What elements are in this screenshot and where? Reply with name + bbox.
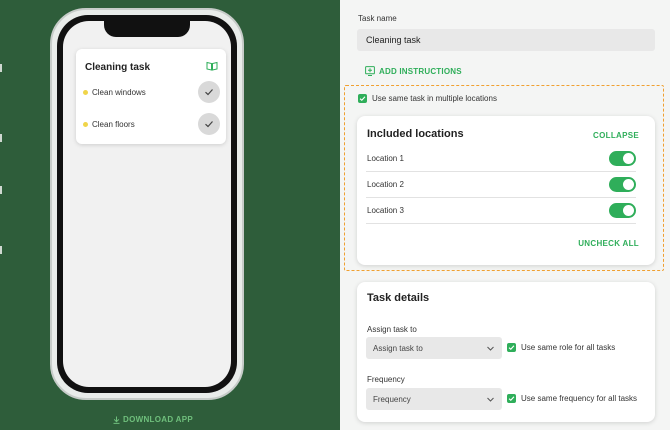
task-name-input[interactable]: Cleaning task <box>357 29 655 51</box>
phone-mockup: Cleaning task Clean windows Clean floors <box>50 8 244 400</box>
uncheck-all-button[interactable]: UNCHECK ALL <box>578 239 639 248</box>
task-bullet <box>83 89 88 95</box>
phone-notch <box>104 21 190 37</box>
location-toggle[interactable] <box>609 203 636 218</box>
phone-bezel: Cleaning task Clean windows Clean floors <box>57 15 237 393</box>
complete-task-button[interactable] <box>198 81 220 103</box>
same-role-label: Use same role for all tasks <box>521 343 616 352</box>
task-name-value: Cleaning task <box>366 35 421 45</box>
frequency-select[interactable]: Frequency <box>366 388 502 410</box>
assign-task-select[interactable]: Assign task to <box>366 337 502 359</box>
checkmark-icon <box>508 345 515 351</box>
location-label: Location 2 <box>367 180 404 189</box>
edge-marker <box>0 186 2 194</box>
task-details-card: Task details Assign task to Assign task … <box>357 282 655 422</box>
complete-task-button[interactable] <box>198 113 220 135</box>
preview-task-label: Clean floors <box>92 119 135 129</box>
task-bullet <box>83 121 88 127</box>
app-preview-panel: Cleaning task Clean windows Clean floors… <box>0 0 340 430</box>
preview-task-row: Clean floors <box>83 112 220 136</box>
same-frequency-checkbox[interactable] <box>507 394 516 403</box>
preview-task-card: Cleaning task Clean windows Clean floors <box>76 49 226 144</box>
task-name-label: Task name <box>358 14 397 23</box>
assign-task-select-value: Assign task to <box>373 343 423 353</box>
download-icon <box>113 416 120 424</box>
download-app-label: DOWNLOAD APP <box>123 415 193 424</box>
checkmark-icon <box>508 396 515 402</box>
assign-task-label: Assign task to <box>367 325 417 334</box>
location-label: Location 1 <box>367 154 404 163</box>
add-instructions-label: ADD INSTRUCTIONS <box>379 66 462 76</box>
same-role-checkbox-row[interactable]: Use same role for all tasks <box>507 343 615 352</box>
add-instructions-button[interactable]: ADD INSTRUCTIONS <box>365 66 462 76</box>
edge-marker <box>0 64 2 72</box>
frequency-label: Frequency <box>367 375 405 384</box>
preview-task-row: Clean windows <box>83 80 220 104</box>
chevron-down-icon <box>486 344 495 353</box>
download-app-link[interactable]: DOWNLOAD APP <box>113 415 193 424</box>
edge-marker <box>0 246 2 254</box>
frequency-select-value: Frequency <box>373 394 411 404</box>
add-instructions-icon <box>365 66 375 76</box>
preview-task-label: Clean windows <box>92 87 146 97</box>
same-frequency-checkbox-row[interactable]: Use same frequency for all tasks <box>507 394 637 403</box>
book-icon[interactable] <box>206 61 218 71</box>
included-locations-card: Included locations COLLAPSE Location 1 L… <box>357 116 655 265</box>
location-toggle[interactable] <box>609 151 636 166</box>
included-locations-title: Included locations <box>367 128 464 140</box>
multi-location-checkbox-row[interactable]: Use same task in multiple locations <box>358 94 497 103</box>
multi-location-checkbox[interactable] <box>358 94 367 103</box>
collapse-button[interactable]: COLLAPSE <box>593 131 639 140</box>
location-row: Location 2 <box>366 172 636 198</box>
task-details-title: Task details <box>367 292 430 304</box>
location-row: Location 1 <box>366 146 636 172</box>
multi-location-label: Use same task in multiple locations <box>372 94 497 103</box>
checkmark-icon <box>359 96 366 102</box>
chevron-down-icon <box>486 395 495 404</box>
same-role-checkbox[interactable] <box>507 343 516 352</box>
same-frequency-label: Use same frequency for all tasks <box>521 394 638 403</box>
location-toggle[interactable] <box>609 177 636 192</box>
edge-marker <box>0 134 2 142</box>
location-row: Location 3 <box>366 198 636 224</box>
checkmark-icon <box>205 89 213 96</box>
preview-card-title: Cleaning task <box>85 62 151 73</box>
phone-screen: Cleaning task Clean windows Clean floors <box>63 21 231 387</box>
checkmark-icon <box>205 121 213 128</box>
location-label: Location 3 <box>367 206 404 215</box>
